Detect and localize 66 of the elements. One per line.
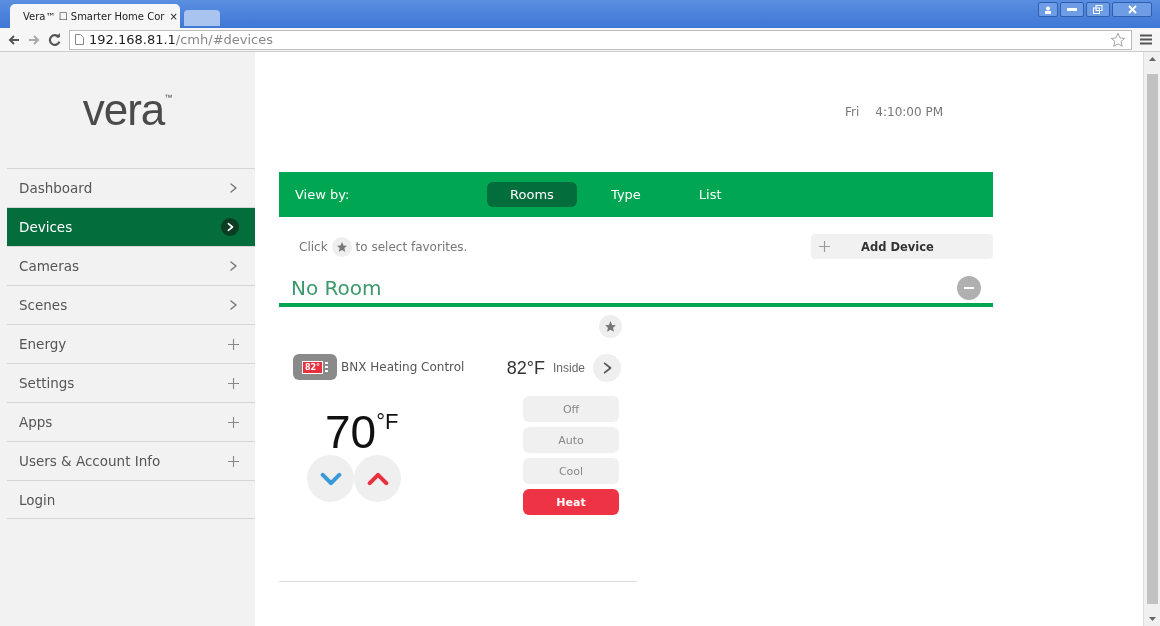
hint-text: to select favorites. (355, 239, 468, 254)
sidebar-item[interactable]: Scenes (7, 285, 255, 324)
tab-title: Vera™ ☐ Smarter Home Cor (23, 10, 165, 22)
plus-icon (819, 241, 830, 252)
user-button[interactable] (1038, 2, 1058, 17)
button-dots-icon (325, 362, 329, 372)
minimize-button[interactable] (1060, 2, 1084, 17)
menu-icon[interactable] (1140, 34, 1152, 45)
sidebar-item[interactable]: Energy (7, 324, 255, 363)
sidebar-item[interactable]: Cameras (7, 246, 255, 285)
view-by-label: View by: (295, 187, 351, 202)
person-icon (1044, 5, 1052, 14)
mode-button[interactable]: Heat (523, 489, 619, 515)
inside-temperature: 82°F (506, 357, 545, 379)
sidebar-item[interactable]: Users & Account Info (7, 441, 255, 480)
scroll-up-icon[interactable] (1148, 56, 1156, 62)
plus-icon (228, 416, 239, 428)
chevron-right-icon (227, 182, 239, 194)
sidebar-item[interactable]: Apps (7, 402, 255, 441)
favorite-button[interactable] (599, 315, 622, 338)
sidebar-label: Cameras (19, 258, 79, 274)
day-label: Fri (845, 105, 860, 119)
sidebar-label: Devices (19, 219, 73, 235)
hint-text: Click (299, 239, 328, 254)
chevron-right-icon (227, 299, 239, 311)
star-outline-icon[interactable] (1110, 31, 1126, 48)
room-name: No Room (291, 276, 382, 300)
inside-label: Inside (552, 361, 585, 375)
tab-close-button[interactable]: × (169, 10, 178, 22)
sidebar-label: Dashboard (19, 180, 93, 196)
sidebar-label: Login (19, 491, 56, 508)
back-icon[interactable] (8, 33, 20, 46)
sidebar-label: Scenes (19, 297, 68, 313)
sidebar-item[interactable]: Devices (7, 207, 255, 246)
add-device-button[interactable]: Add Device (811, 234, 993, 259)
minimize-icon (1067, 8, 1077, 11)
close-icon (1127, 5, 1137, 14)
clock-time: 4:10:00 PM (875, 105, 943, 119)
address-field[interactable]: 192.168.81.1/cmh/#devices (69, 29, 1132, 50)
reload-icon[interactable] (48, 33, 61, 46)
sidebar-item[interactable]: Login (7, 480, 255, 519)
increase-button[interactable] (354, 455, 401, 502)
thermostat-reading: 82° (301, 360, 324, 374)
chevron-right-icon (225, 222, 235, 232)
sidebar-label: Apps (19, 414, 53, 430)
sidebar-item[interactable]: Settings (7, 363, 255, 402)
sidebar-label: Users & Account Info (19, 453, 161, 469)
star-icon (604, 320, 617, 333)
sidebar-label: Settings (19, 375, 75, 391)
url-text: 192.168.81.1/cmh/#devices (89, 32, 274, 47)
details-button[interactable] (593, 354, 621, 382)
plus-icon (228, 377, 239, 389)
plus-icon (228, 455, 239, 467)
chevron-right-icon (227, 260, 239, 272)
restore-button[interactable] (1086, 2, 1110, 17)
view-tab[interactable]: Rooms (487, 182, 577, 207)
scrollbar[interactable] (1143, 52, 1160, 626)
decrease-button[interactable] (307, 455, 354, 502)
sidebar-label: Energy (19, 336, 67, 352)
restore-icon (1093, 5, 1103, 14)
browser-tab[interactable]: Vera™ ☐ Smarter Home Cor × (10, 4, 180, 28)
device-name: BNX Heating Control (341, 360, 465, 374)
page-icon (75, 34, 84, 45)
scroll-down-icon[interactable] (1148, 616, 1156, 622)
close-button[interactable] (1112, 2, 1152, 17)
plus-icon (228, 338, 239, 350)
